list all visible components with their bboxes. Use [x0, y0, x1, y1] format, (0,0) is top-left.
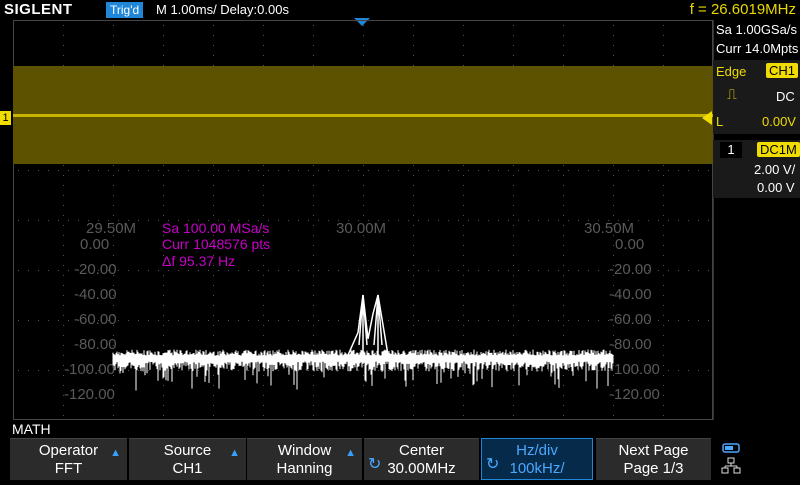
hz-div-softkey[interactable]: ↻ Hz/div 100kHz/ [481, 438, 593, 480]
fft-db-label: -120.00 [64, 386, 115, 403]
channel-coupling: DC1M [757, 142, 800, 157]
status-icons-area [713, 438, 800, 480]
fft-db-label: -100.00 [64, 361, 115, 378]
fft-sample-rate: Sa 100.00 MSa/s [162, 220, 270, 236]
center-softkey[interactable]: ↻ Center 30.00MHz [364, 438, 479, 480]
menu-arrow-icon: ▲ [229, 447, 240, 459]
sample-rate-readout: Sa 1.00GSa/s [716, 22, 797, 37]
fft-db-label-right: -40.00 [609, 286, 652, 303]
fft-freq-label-left: 29.50M [86, 220, 137, 237]
channel-offset: 0.00 V [757, 180, 795, 195]
fft-db-label: 0.00 [80, 236, 110, 253]
fft-db-label-right: -100.00 [609, 361, 660, 378]
fft-db-label-right: -80.00 [609, 336, 652, 353]
math-label: MATH [12, 421, 51, 437]
fft-freq-label-right: 30.50M [584, 220, 635, 237]
fft-resolution: Δf 95.37 Hz [162, 253, 236, 269]
fft-spectrum [112, 294, 614, 391]
trigger-level-label: L [716, 114, 724, 129]
softkey-value: FFT [54, 460, 83, 477]
softkey-value: CH1 [172, 460, 203, 477]
fft-db-label: -60.00 [74, 311, 117, 328]
fft-db-label: -80.00 [74, 336, 117, 353]
trigger-coupling: DC [776, 89, 795, 104]
fft-freq-label-center: 30.00M [336, 220, 387, 237]
operator-softkey[interactable]: Operator FFT ▲ [10, 438, 127, 480]
rising-edge-icon: ⎍ [727, 86, 737, 102]
source-softkey[interactable]: Source CH1 ▲ [129, 438, 246, 480]
frequency-counter: f = 26.6019MHz [689, 1, 796, 18]
network-icon [721, 443, 741, 474]
fft-db-label-right: 0.00 [615, 236, 645, 253]
brand-logo: SIGLENT [4, 1, 73, 18]
fft-db-label-right: -20.00 [609, 261, 652, 278]
softkey-title: Next Page [618, 442, 689, 459]
trigger-source: CH1 [766, 63, 799, 78]
channel-number: 1 [720, 142, 742, 158]
softkey-value: Hanning [276, 460, 333, 477]
softkey-title: Center [398, 442, 445, 459]
ch1-waveform-center [13, 114, 713, 117]
trigger-status-badge: Trig'd [106, 2, 144, 18]
trigger-type: Edge [716, 64, 747, 79]
ch1-offset-marker[interactable]: 1 [0, 111, 11, 125]
next-page-softkey[interactable]: Next Page Page 1/3 [596, 438, 711, 480]
softkey-value: 30.00MHz [387, 460, 456, 477]
timebase-readout[interactable]: M 1.00ms/ Delay:0.00s [156, 2, 289, 17]
fft-db-label: -40.00 [74, 286, 117, 303]
trigger-level: 0.00V [762, 114, 796, 129]
memory-depth-readout: Curr 14.0Mpts [716, 41, 799, 56]
channel-scale: 2.00 V/ [754, 162, 796, 177]
fft-db-label: -20.00 [74, 261, 117, 278]
softkey-title: Hz/div [516, 442, 558, 459]
fft-points: Curr 1048576 pts [162, 236, 271, 252]
menu-arrow-icon: ▲ [345, 447, 356, 459]
menu-arrow-icon: ▲ [110, 447, 121, 459]
fft-db-label-right: -120.00 [609, 386, 660, 403]
softkey-value: 100kHz/ [509, 460, 565, 477]
softkey-value: Page 1/3 [623, 460, 684, 477]
fft-db-label-right: -60.00 [609, 311, 652, 328]
window-softkey[interactable]: Window Hanning ▲ [247, 438, 362, 480]
